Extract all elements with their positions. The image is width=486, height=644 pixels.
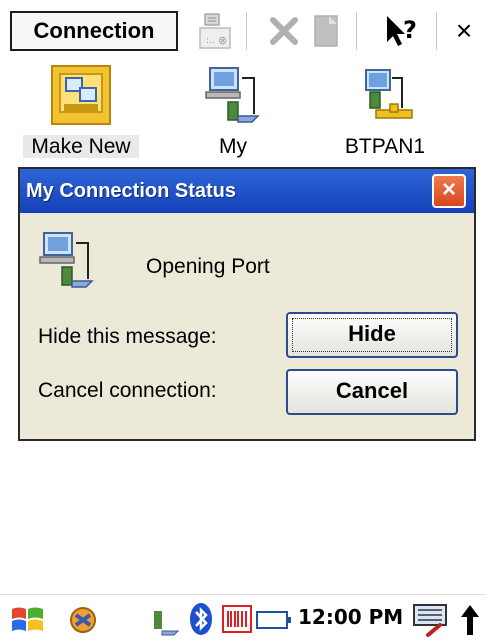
- hide-button[interactable]: Hide: [286, 312, 458, 358]
- help-icon[interactable]: ?: [380, 10, 426, 52]
- network-connection-icon: [202, 64, 264, 126]
- item-label: BTPAN1: [344, 135, 426, 158]
- cancel-button[interactable]: Cancel: [286, 369, 458, 415]
- svg-text:?: ?: [403, 16, 417, 44]
- status-text: Opening Port: [146, 255, 270, 278]
- taskbar: 12:00 PM: [0, 594, 486, 644]
- dialog-title: My Connection Status: [26, 180, 237, 202]
- bluetooth-icon[interactable]: [188, 601, 214, 642]
- battery-icon[interactable]: [256, 610, 292, 635]
- barcode-icon[interactable]: [222, 605, 252, 638]
- svg-text:⊗: ⊗: [218, 34, 227, 47]
- list-item-btpan1[interactable]: BTPAN1: [320, 62, 450, 162]
- cancel-connection-label: Cancel connection:: [38, 379, 217, 402]
- list-item-make-new[interactable]: Make New: [16, 62, 146, 162]
- network-icon[interactable]: [150, 603, 180, 642]
- network-connection-icon: [36, 229, 98, 291]
- connection-menu[interactable]: Connection: [10, 11, 178, 51]
- svg-text::..: :..: [206, 36, 215, 46]
- up-arrow-icon[interactable]: [460, 603, 480, 642]
- dialog-close-button[interactable]: ×: [432, 174, 466, 208]
- keyboard-icon[interactable]: [412, 601, 448, 642]
- make-new-connection-icon: [50, 64, 112, 126]
- start-icon[interactable]: [10, 603, 46, 642]
- clock[interactable]: 12:00 PM: [298, 605, 403, 629]
- close-icon[interactable]: ×: [446, 10, 482, 52]
- sync-icon[interactable]: [66, 603, 100, 642]
- properties-icon[interactable]: :.. ⊗: [194, 10, 238, 52]
- document-icon[interactable]: [306, 10, 346, 52]
- bluetooth-pan-icon: [354, 64, 416, 126]
- item-label: Make New: [23, 135, 139, 158]
- delete-icon[interactable]: [262, 10, 306, 52]
- connection-status-dialog: My Connection Status × Opening Port Hide…: [18, 167, 476, 441]
- hide-message-label: Hide this message:: [38, 325, 217, 348]
- list-item-my[interactable]: My: [168, 62, 298, 162]
- dialog-title-bar: My Connection Status ×: [20, 169, 474, 213]
- item-label: My: [219, 135, 247, 158]
- top-toolbar: Connection :.. ⊗ ? ×: [0, 0, 486, 62]
